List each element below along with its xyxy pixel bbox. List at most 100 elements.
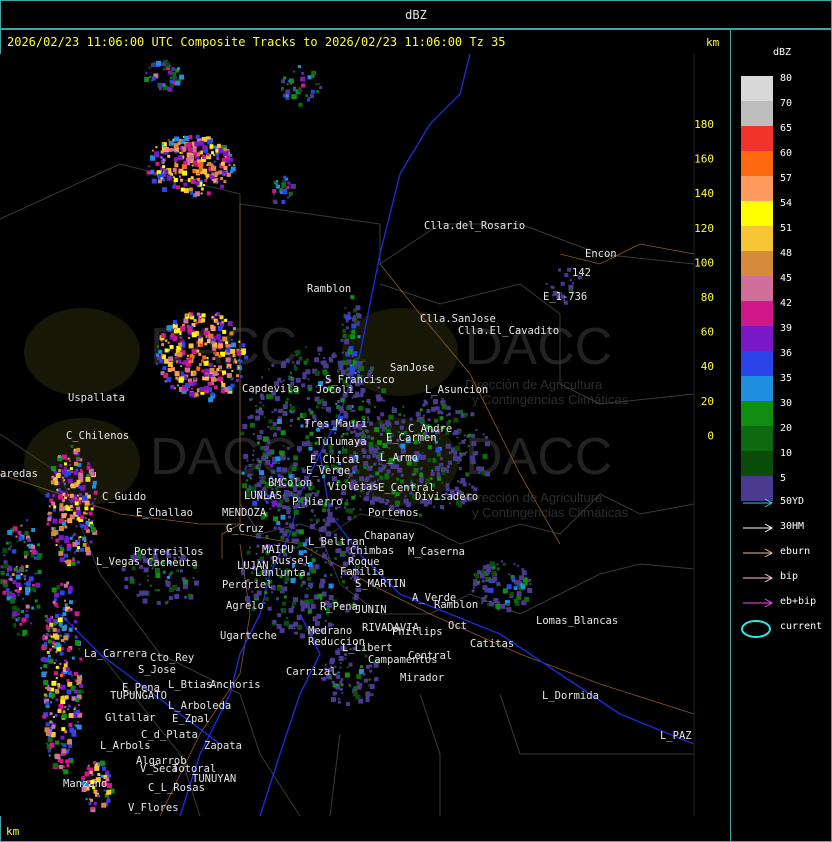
echo-pixel (300, 76, 306, 82)
echo-pixel (368, 684, 371, 687)
echo-pixel (271, 470, 275, 474)
echo-pixel (51, 721, 54, 724)
echo-pixel (47, 654, 51, 658)
echo-pixel (267, 426, 270, 428)
echo-pixel (344, 657, 347, 660)
echo-pixel (350, 295, 355, 300)
echo-pixel (251, 590, 254, 593)
echo-pixel (330, 517, 336, 523)
echo-pixel (188, 135, 193, 139)
echo-pixel (267, 368, 270, 371)
place-label: Phillips (392, 626, 443, 638)
echo-pixel (273, 408, 277, 412)
echo-pixel (50, 701, 53, 704)
radar-map[interactable]: DACC DACC DACC DACC Dirección de Agricul… (0, 54, 730, 816)
echo-pixel (215, 320, 219, 324)
echo-pixel (284, 401, 288, 405)
echo-pixel (147, 579, 149, 582)
echo-pixel (338, 697, 340, 700)
echo-pixel (270, 426, 275, 431)
place-label: M_Caserna (408, 546, 465, 558)
echo-pixel (277, 508, 281, 512)
echo-pixel (308, 408, 312, 412)
echo-pixel (282, 189, 288, 195)
echo-pixel (162, 187, 167, 192)
echo-pixel (163, 147, 169, 153)
echo-pixel (169, 345, 174, 349)
echo-pixel (448, 460, 452, 465)
echo-pixel (291, 538, 296, 543)
echo-pixel (68, 722, 73, 727)
echo-pixel (252, 449, 255, 452)
echo-pixel (218, 148, 224, 154)
echo-pixel (44, 614, 48, 618)
echo-pixel (49, 742, 55, 748)
echo-pixel (241, 471, 245, 475)
echo-pixel (286, 397, 289, 401)
echo-pixel (34, 556, 37, 560)
echo-pixel (319, 86, 323, 89)
echo-pixel (308, 388, 312, 392)
echo-pixel (59, 634, 62, 637)
echo-pixel (52, 633, 58, 639)
place-label: P_Hierro (292, 496, 343, 508)
echo-pixel (402, 405, 405, 408)
place-label: Agrelo (226, 600, 264, 612)
echo-pixel (158, 87, 162, 91)
echo-pixel (54, 592, 59, 598)
echo-pixel (290, 183, 296, 189)
echo-pixel (83, 511, 86, 515)
echo-pixel (276, 184, 280, 189)
place-label: Carrizal (286, 666, 337, 678)
echo-pixel (423, 401, 428, 405)
echo-pixel (74, 640, 80, 646)
echo-pixel (188, 312, 191, 315)
echo-pixel (330, 697, 336, 702)
echo-pixel (307, 75, 312, 80)
echo-pixel (419, 473, 424, 477)
legend-track-30HM: 30HM (780, 521, 805, 532)
echo-pixel (374, 427, 380, 433)
echo-pixel (287, 196, 289, 199)
echo-pixel (306, 98, 310, 102)
echo-pixel (12, 580, 17, 585)
echo-pixel (28, 537, 31, 540)
echo-pixel (323, 357, 326, 359)
echo-pixel (174, 77, 178, 81)
echo-pixel (300, 600, 305, 606)
echo-pixel (391, 473, 394, 476)
echo-pixel (178, 342, 183, 347)
echo-pixel (337, 671, 340, 674)
echo-pixel (384, 502, 388, 505)
echo-pixel (216, 143, 221, 148)
echo-pixel (284, 581, 288, 585)
echo-pixel (50, 616, 52, 618)
echo-pixel (305, 435, 310, 440)
echo-pixel (343, 410, 347, 414)
echo-pixel (380, 433, 383, 436)
echo-pixel (171, 67, 176, 72)
echo-pixel (22, 633, 26, 637)
echo-pixel (183, 182, 188, 187)
echo-pixel (196, 312, 200, 316)
legend-value-5: 5 (780, 473, 787, 484)
legend-value-54: 54 (780, 198, 793, 209)
echo-pixel (440, 411, 444, 415)
legend-value-57: 57 (780, 173, 793, 184)
echo-pixel (374, 405, 376, 408)
echo-pixel (106, 798, 111, 803)
echo-pixel (202, 355, 207, 360)
y-tick-label: 100 (694, 256, 714, 269)
echo-pixel (70, 484, 74, 488)
echo-pixel (49, 648, 53, 652)
echo-pixel (315, 550, 318, 553)
echo-pixel (17, 613, 20, 615)
echo-pixel (85, 512, 88, 515)
echo-pixel (317, 479, 321, 483)
echo-pixel (324, 561, 327, 564)
echo-pixel (175, 376, 179, 380)
echo-pixel (34, 599, 38, 603)
echo-pixel (302, 542, 307, 547)
echo-pixel (351, 329, 356, 334)
echo-pixel (211, 341, 215, 345)
